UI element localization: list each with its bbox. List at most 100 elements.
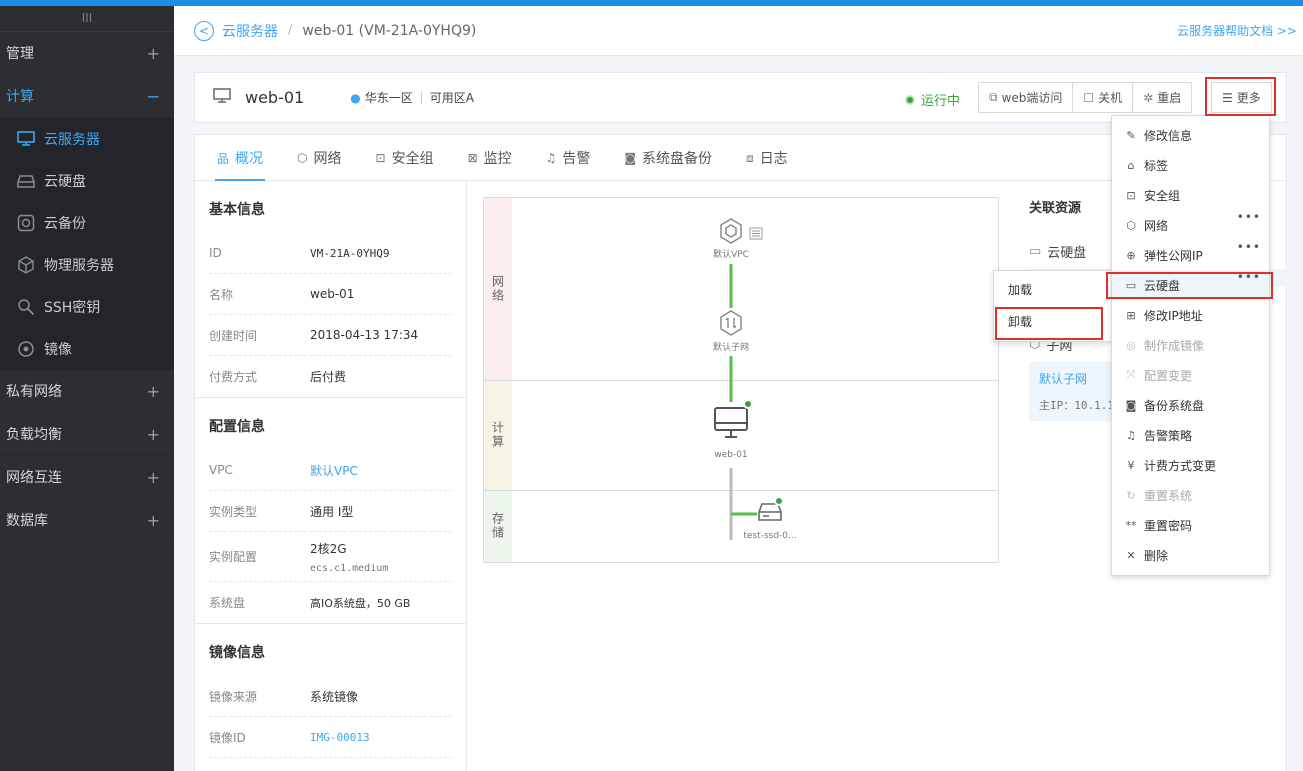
back-icon[interactable]: < <box>194 20 214 41</box>
sidebar-compute-items: 云服务器 云硬盘 云备份 物理服务器 SSH密钥 镜像 <box>0 118 174 370</box>
info-value: 后付费 <box>310 370 347 384</box>
info-key: VPC <box>209 463 233 477</box>
menu-item-change-ip[interactable]: ⊞ 修改IP地址 <box>1112 300 1269 330</box>
sidebar-item-physical-server[interactable]: 物理服务器 <box>0 244 174 286</box>
info-key: 实例类型 <box>209 504 258 519</box>
menu-item-alarm-policy[interactable]: ♫ 告警策略 <box>1112 420 1269 450</box>
image-id-link[interactable]: IMG-00013 <box>310 731 370 744</box>
sidebar-group-load-balancer[interactable]: 负载均衡 + <box>0 413 174 456</box>
sidebar-item-cloud-server[interactable]: 云服务器 <box>0 118 174 160</box>
tab-monitor[interactable]: ⊠ 监控 <box>468 148 512 180</box>
menu-item-reset-system[interactable]: ↻ 重置系统 <box>1112 480 1269 510</box>
menu-item-elastic-ip[interactable]: ⊕ 弹性公网IP ••• <box>1112 240 1269 270</box>
disk-icon: ▭ <box>1125 278 1137 292</box>
ip-icon: ⊞ <box>1126 308 1136 322</box>
monitor-icon <box>213 87 231 108</box>
log-icon: ⧈ <box>746 150 754 165</box>
menu-item-label: 计费方式变更 <box>1144 458 1217 473</box>
sidebar-group-private-network[interactable]: 私有网络 + <box>0 370 174 413</box>
sidebar-group-label: 管理 <box>6 46 34 62</box>
bell-icon: ♫ <box>545 151 557 165</box>
sidebar-group-interconnect[interactable]: 网络互连 + <box>0 456 174 499</box>
tab-overview[interactable]: 品概况 <box>214 148 266 181</box>
menu-item-create-image[interactable]: ◎ 制作成镜像 <box>1112 330 1269 360</box>
menu-item-cloud-disk[interactable]: ▭ 云硬盘 ••• <box>1112 270 1269 300</box>
server-status-dot-icon <box>743 399 753 409</box>
vpc-node-icon[interactable] <box>719 218 743 248</box>
sidebar-group-database[interactable]: 数据库 + <box>0 499 174 542</box>
info-row: VPC 默认VPC <box>209 450 452 491</box>
resize-icon: ⤧ <box>1126 368 1136 381</box>
tab-label: 日志 <box>759 151 788 167</box>
tab-log[interactable]: ⧈ 日志 <box>746 148 788 180</box>
disk-node-label: test-ssd-0... <box>743 531 797 541</box>
globe-icon: ⊕ <box>1126 248 1136 262</box>
key-icon <box>16 297 36 317</box>
breadcrumb-parent-link[interactable]: 云服务器 <box>222 21 278 41</box>
help-docs-link[interactable]: 云服务器帮助文档 >> <box>1177 22 1297 39</box>
sidebar-item-cloud-disk[interactable]: 云硬盘 <box>0 160 174 202</box>
menu-item-security-group[interactable]: ⊡ 安全组 <box>1112 180 1269 210</box>
detach-disk-option[interactable]: 卸载 <box>994 307 1112 337</box>
tab-label: 告警 <box>562 151 591 167</box>
sidebar-group-compute[interactable]: 计算 − <box>0 75 174 118</box>
status-text: 运行中 <box>921 94 961 109</box>
instance-region: 华东一区 <box>364 91 413 105</box>
menu-item-label: 告警策略 <box>1144 428 1193 443</box>
network-icon: ⬡ <box>1126 218 1136 232</box>
sidebar-item-cloud-backup[interactable]: 云备份 <box>0 202 174 244</box>
info-row: 镜像ID IMG-00013 <box>209 717 452 758</box>
menu-item-backup-system-disk[interactable]: ◙ 备份系统盘 <box>1112 390 1269 420</box>
more-dots-icon: ••• <box>1236 240 1261 254</box>
menu-item-label: 制作成镜像 <box>1144 338 1205 353</box>
tab-network[interactable]: ⬡ 网络 <box>297 148 341 180</box>
network-icon: ⬡ <box>297 151 308 165</box>
vpc-link[interactable]: 默认VPC <box>310 462 358 479</box>
menu-item-label: 备份系统盘 <box>1144 398 1205 413</box>
disk-icon: ▭ <box>1029 244 1042 259</box>
sidebar-collapse-handle[interactable]: III <box>0 6 174 32</box>
status-badge: 运行中 <box>905 90 960 109</box>
shutdown-button[interactable]: ☐ 关机 <box>1073 83 1134 112</box>
menu-item-network[interactable]: ⬡ 网络 ••• <box>1112 210 1269 240</box>
server-node-label: web-01 <box>714 450 748 460</box>
info-value: 高IO系统盘，50 GB <box>310 596 411 610</box>
info-row: 名称 web-01 <box>209 274 452 315</box>
server-node-icon[interactable] <box>713 406 749 444</box>
menu-item-billing-change[interactable]: ¥ 计费方式变更 <box>1112 450 1269 480</box>
info-row: 实例配置 2核2G ecs.c1.medium <box>209 532 452 582</box>
sidebar-item-image[interactable]: 镜像 <box>0 328 174 370</box>
sidebar-item-ssh-key[interactable]: SSH密钥 <box>0 286 174 328</box>
instance-name: web-01 <box>245 88 305 107</box>
info-row: 创建时间 2018-04-13 17:34 <box>209 315 452 356</box>
menu-item-resize[interactable]: ⤧ 配置变更 <box>1112 360 1269 390</box>
camera-icon: ◙ <box>1125 398 1137 412</box>
list-icon <box>749 227 763 244</box>
more-button[interactable]: ☰ 更多 <box>1211 82 1272 113</box>
menu-item-tags[interactable]: ⌂ 标签 <box>1112 150 1269 180</box>
menu-item-delete[interactable]: ✕ 删除 <box>1112 540 1269 570</box>
menu-item-label: 安全组 <box>1144 188 1181 203</box>
tab-label: 概况 <box>235 151 264 167</box>
info-value: 2018-04-13 17:34 <box>310 328 419 342</box>
subnet-node-icon[interactable] <box>719 310 743 340</box>
restart-button[interactable]: ✲ 重启 <box>1133 83 1191 112</box>
tab-security-group[interactable]: ⊡ 安全组 <box>376 148 434 180</box>
image-icon: ◎ <box>1126 338 1136 352</box>
info-row: 实例类型 通用 I型 <box>209 491 452 532</box>
tab-alarm[interactable]: ♫ 告警 <box>546 148 591 180</box>
restart-icon: ✲ <box>1143 90 1154 105</box>
web-access-button[interactable]: ⧉ web端访问 <box>979 83 1074 112</box>
info-value: web-01 <box>310 287 355 301</box>
attach-disk-option[interactable]: 加载 <box>994 275 1112 305</box>
instance-zone: 可用区A <box>429 91 474 105</box>
menu-item-reset-password[interactable]: ** 重置密码 <box>1112 510 1269 540</box>
sidebar-item-label: 云硬盘 <box>44 174 86 190</box>
menu-item-edit-info[interactable]: ✎ 修改信息 <box>1112 120 1269 150</box>
chart-icon: ⊠ <box>467 151 478 165</box>
camera-icon: ◙ <box>624 151 637 165</box>
sidebar-group-manage[interactable]: 管理 + <box>0 32 174 75</box>
more-dots-icon: ••• <box>1236 210 1261 224</box>
tab-system-disk-backup[interactable]: ◙ 系统盘备份 <box>624 148 712 180</box>
button-label: 更多 <box>1236 91 1261 105</box>
